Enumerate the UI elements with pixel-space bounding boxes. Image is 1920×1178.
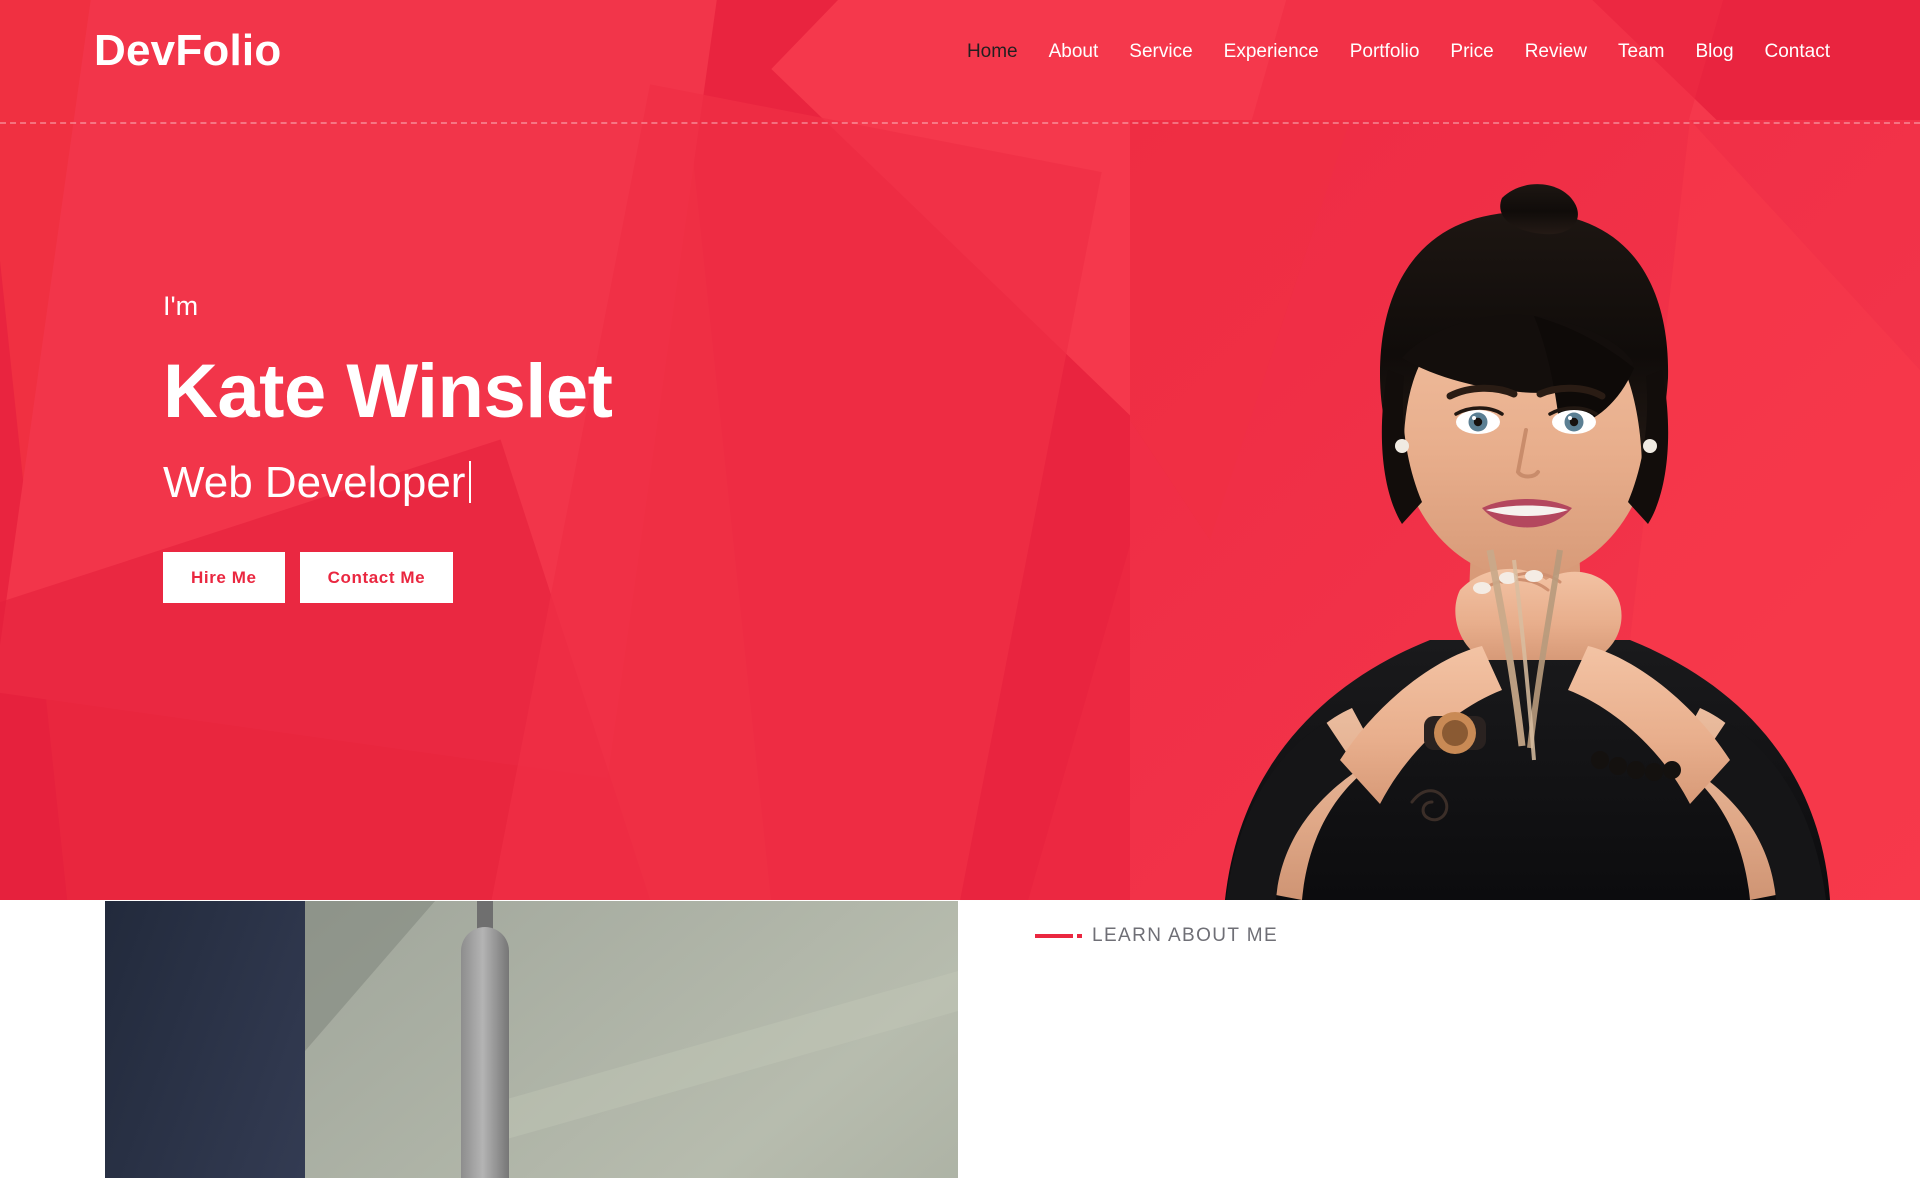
hero-greeting: I'm [163,291,199,321]
nav-link-portfolio[interactable]: Portfolio [1350,38,1420,66]
nav-link-service[interactable]: Service [1129,38,1192,66]
about-copy: LEARN ABOUT ME [1035,900,1795,1178]
portfolio-landing-page: DevFolio Home About Service Experience P… [0,0,1920,1178]
about-section: LEARN ABOUT ME [0,900,1920,1178]
nav-link-blog[interactable]: Blog [1695,38,1733,66]
contact-me-button[interactable]: Contact Me [299,552,454,603]
section-eyebrow: LEARN ABOUT ME [1035,924,1278,948]
hero-action-buttons: Hire Me Contact Me [163,552,612,603]
main-navigation: Home About Service Experience Portfolio … [967,38,1830,66]
brand-logo[interactable]: DevFolio [94,26,281,75]
nav-link-price[interactable]: Price [1450,38,1493,66]
section-eyebrow-label: LEARN ABOUT ME [1092,925,1279,946]
hero-role-text: Web Developer [163,458,466,507]
hero-section: DevFolio Home About Service Experience P… [0,0,1920,900]
site-header: DevFolio Home About Service Experience P… [0,0,1920,124]
nav-link-contact[interactable]: Contact [1765,38,1830,66]
hero-portrait-image [1130,120,1920,900]
hero-name: Kate Winslet [163,349,613,434]
nav-link-experience[interactable]: Experience [1224,38,1319,66]
about-photo [105,901,958,1178]
hero-content: I'm Kate Winslet Web Developer Hire Me C… [163,286,613,603]
nav-link-home[interactable]: Home [967,38,1018,66]
nav-link-team[interactable]: Team [1618,38,1664,66]
hire-me-button[interactable]: Hire Me [163,552,285,603]
nav-link-about[interactable]: About [1049,38,1099,66]
dash-dot-icon [1035,934,1082,938]
text-caret-icon [469,461,472,503]
nav-link-review[interactable]: Review [1525,38,1587,66]
hero-role-typed: Web Developer [163,454,612,512]
